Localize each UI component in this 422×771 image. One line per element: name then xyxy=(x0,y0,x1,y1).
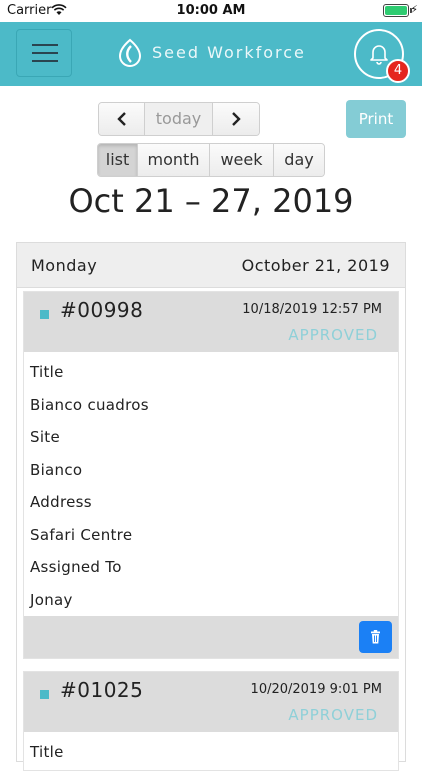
view-switcher: list month week day xyxy=(97,143,325,177)
job-timestamp: 10/18/2019 12:57 PM xyxy=(242,302,382,317)
field-label-address: Address xyxy=(30,493,92,511)
trash-icon xyxy=(371,630,380,644)
job-timestamp: 10/20/2019 9:01 PM xyxy=(250,682,382,697)
notification-count-badge: 4 xyxy=(386,59,410,83)
chevron-left-icon xyxy=(116,112,126,126)
job-card-header: #00998 10/18/2019 12:57 PM APPROVED xyxy=(24,292,398,352)
field-value-site: Bianco xyxy=(30,460,83,479)
field-value-address: Safari Centre xyxy=(30,525,133,544)
status-square-icon xyxy=(40,690,49,699)
field-label-assigned-to: Assigned To xyxy=(30,558,122,576)
job-card-header: #01025 10/20/2019 9:01 PM APPROVED xyxy=(24,672,398,732)
job-status: APPROVED xyxy=(288,706,378,724)
charging-icon: ⚡ xyxy=(410,3,418,16)
prev-button[interactable] xyxy=(99,103,145,135)
event-list: Monday October 21, 2019 #00998 10/18/201… xyxy=(16,242,406,771)
date-range-title: Oct 21 – 27, 2019 xyxy=(68,182,354,220)
clock-label: 10:00 AM xyxy=(176,3,246,18)
view-list-button[interactable]: list xyxy=(98,144,138,176)
job-card[interactable]: #01025 10/20/2019 9:01 PM APPROVED Title xyxy=(23,671,399,771)
date-navigation: today xyxy=(98,102,260,136)
view-week-button[interactable]: week xyxy=(210,144,274,176)
day-name: Monday xyxy=(31,256,98,275)
status-bar: Carrier 10:00 AM ⚡ xyxy=(0,0,422,22)
job-status: APPROVED xyxy=(288,326,378,344)
brand-name: Seed Workforce xyxy=(152,43,306,62)
field-label-site: Site xyxy=(30,428,60,446)
next-button[interactable] xyxy=(213,103,259,135)
view-day-button[interactable]: day xyxy=(274,144,324,176)
print-button[interactable]: Print xyxy=(346,100,406,138)
day-date: October 21, 2019 xyxy=(241,256,390,275)
brand-logo-icon xyxy=(118,38,142,67)
app-header: Seed Workforce 4 xyxy=(0,22,422,86)
field-value-assigned-to: Jonay xyxy=(30,590,73,609)
day-header: Monday October 21, 2019 xyxy=(17,243,405,288)
field-label-title: Title xyxy=(30,743,64,761)
job-card[interactable]: #00998 10/18/2019 12:57 PM APPROVED Titl… xyxy=(23,291,399,659)
battery-icon xyxy=(383,4,412,17)
delete-button[interactable] xyxy=(359,621,392,653)
today-button[interactable]: today xyxy=(145,103,213,135)
chevron-right-icon xyxy=(232,112,241,126)
field-label-title: Title xyxy=(30,363,64,381)
menu-button[interactable] xyxy=(16,29,72,77)
job-number: #00998 xyxy=(60,298,144,322)
field-value-title: Bianco cuadros xyxy=(30,395,149,414)
job-card-footer xyxy=(24,616,398,658)
view-month-button[interactable]: month xyxy=(138,144,210,176)
job-number: #01025 xyxy=(60,678,144,702)
status-square-icon xyxy=(40,310,49,319)
